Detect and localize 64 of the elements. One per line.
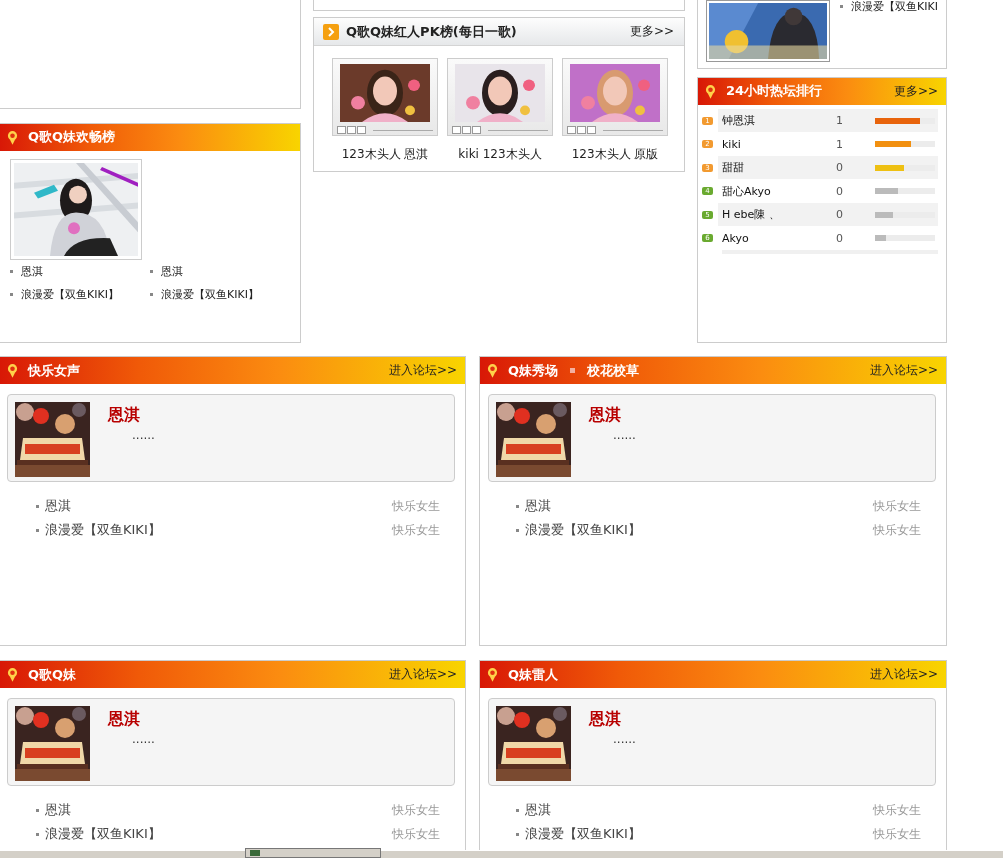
post-count: 0 [836, 161, 844, 175]
excerpt-text: ...... [613, 428, 636, 442]
enter-forum-link[interactable]: 进入论坛>> [869, 666, 938, 683]
panel-title: Q歌Q妹 [28, 665, 77, 684]
video-caption[interactable]: 123木头人 恩淇 [341, 146, 429, 163]
board-name: 快乐女生 [392, 497, 440, 515]
more-link[interactable]: 更多>> [893, 82, 938, 100]
enter-forum-link[interactable]: 进入论坛>> [869, 362, 938, 379]
post-link[interactable]: 恩淇 [525, 497, 551, 515]
post-link[interactable]: 浪漫爱【双鱼KIKI】 [45, 825, 161, 843]
board-name: 快乐女生 [392, 825, 440, 843]
more-link[interactable]: 更多>> [629, 23, 674, 40]
excerpt-text: ...... [132, 732, 155, 746]
forum-link[interactable]: 甜甜 [722, 160, 836, 176]
post-link[interactable]: 恩淇 [45, 497, 71, 515]
board-name: 快乐女生 [873, 521, 921, 539]
panel-title: Q妹雷人 [508, 665, 559, 684]
panel-title: 快乐女声 [28, 361, 80, 380]
chevron-icon [323, 23, 339, 40]
post-link[interactable]: 浪漫爱【双鱼KIKI】 [525, 521, 641, 539]
panel-title: Q歌Q妹红人PK榜(每日一歌) [346, 22, 517, 41]
panel-title: Q歌Q妹欢畅榜 [28, 128, 116, 147]
forum-link[interactable]: 钟恩淇 [722, 113, 836, 129]
song-link[interactable]: 恩淇 [21, 263, 43, 279]
bullet-icon [570, 368, 576, 373]
video-player[interactable] [332, 58, 438, 136]
post-link[interactable]: 浪漫爱【双鱼KIKI】 [45, 521, 161, 539]
panel-title: 24小时热坛排行 [726, 82, 823, 101]
post-count: 0 [836, 208, 844, 222]
post-link[interactable]: 恩淇 [45, 801, 71, 819]
video-player[interactable] [447, 58, 553, 136]
post-count: 1 [836, 114, 844, 128]
song-link[interactable]: 浪漫爱【双鱼KIKI [851, 0, 938, 14]
panel-title: Q妹秀场 [508, 361, 559, 380]
post-link[interactable]: 浪漫爱【双鱼KIKI】 [525, 825, 641, 843]
forum-link[interactable]: H ebe陳 、 [722, 207, 836, 223]
enter-forum-link[interactable]: 进入论坛>> [388, 666, 457, 683]
board-name: 快乐女生 [873, 801, 921, 819]
board-name: 快乐女生 [392, 521, 440, 539]
song-link[interactable]: 浪漫爱【双鱼KIKI】 [21, 286, 119, 302]
member-name[interactable]: 恩淇 [589, 405, 636, 426]
board-name: 快乐女生 [873, 825, 921, 843]
song-link[interactable]: 浪漫爱【双鱼KIKI】 [161, 286, 259, 302]
forum-link[interactable]: kiki [722, 137, 836, 151]
excerpt-text: ...... [613, 732, 636, 746]
post-count: 0 [836, 184, 844, 198]
member-name[interactable]: 恩淇 [108, 405, 155, 426]
post-count: 1 [836, 137, 844, 151]
video-caption[interactable]: 123木头人 原版 [571, 146, 659, 163]
board-name: 快乐女生 [873, 497, 921, 515]
post-count: 0 [836, 231, 844, 245]
excerpt-text: ...... [132, 428, 155, 442]
forum-link[interactable]: Akyo [722, 231, 836, 245]
forum-link[interactable]: 甜心Akyo [722, 183, 836, 199]
panel-title: 校花校草 [587, 361, 640, 380]
post-link[interactable]: 恩淇 [525, 801, 551, 819]
taskbar-button[interactable] [245, 848, 381, 858]
enter-forum-link[interactable]: 进入论坛>> [388, 362, 457, 379]
playback-controls[interactable] [567, 126, 663, 134]
member-name[interactable]: 恩淇 [589, 709, 636, 730]
video-caption[interactable]: kiki 123木头人 [458, 146, 542, 163]
member-name[interactable]: 恩淇 [108, 709, 155, 730]
song-link[interactable]: 恩淇 [161, 263, 183, 279]
board-name: 快乐女生 [392, 801, 440, 819]
